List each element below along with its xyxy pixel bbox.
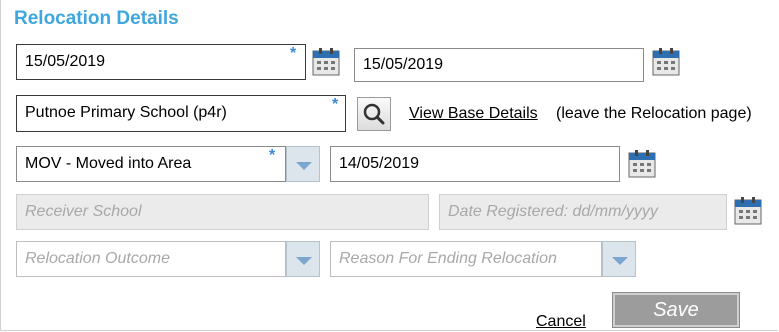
start-date-value: 15/05/2019 xyxy=(25,53,106,70)
calendar-icon[interactable] xyxy=(311,47,341,77)
view-base-note: (leave the Relocation page) xyxy=(556,105,752,122)
magnifier-icon xyxy=(363,103,385,125)
chevron-down-icon[interactable] xyxy=(286,146,320,182)
required-marker: * xyxy=(332,96,339,113)
receiver-school-field: Receiver School xyxy=(16,194,429,230)
required-marker: * xyxy=(290,45,297,62)
school-field[interactable]: Putnoe Primary School (p4r) * xyxy=(16,95,346,132)
ending-reason-placeholder: Reason For Ending Relocation xyxy=(339,250,557,267)
search-button[interactable] xyxy=(357,97,391,131)
chevron-down-icon[interactable] xyxy=(286,241,320,277)
relocation-outcome-placeholder: Relocation Outcome xyxy=(25,250,170,267)
view-base-details-link[interactable]: View Base Details xyxy=(409,105,538,123)
calendar-icon[interactable] xyxy=(733,196,763,226)
ending-reason-select[interactable]: Reason For Ending Relocation xyxy=(330,241,602,277)
date-registered-field: Date Registered: dd/mm/yyyy xyxy=(439,194,727,230)
save-button[interactable]: Save xyxy=(612,292,740,328)
relocation-reason-value: MOV - Moved into Area xyxy=(25,155,192,172)
section-title: Relocation Details xyxy=(14,8,179,29)
cancel-link[interactable]: Cancel xyxy=(536,313,586,331)
start-date-field[interactable]: 15/05/2019 * xyxy=(16,44,306,80)
receiver-school-placeholder: Receiver School xyxy=(25,203,142,220)
reason-date-value: 14/05/2019 xyxy=(339,155,420,172)
calendar-icon[interactable] xyxy=(627,149,657,179)
relocation-reason-select[interactable]: MOV - Moved into Area * xyxy=(16,146,286,182)
date-registered-placeholder: Date Registered: dd/mm/yyyy xyxy=(448,203,658,220)
relocation-outcome-select[interactable]: Relocation Outcome xyxy=(16,241,286,277)
end-date-value: 15/05/2019 xyxy=(363,56,444,73)
school-value: Putnoe Primary School (p4r) xyxy=(25,104,227,121)
end-date-field[interactable]: 15/05/2019 xyxy=(354,48,644,82)
chevron-down-icon[interactable] xyxy=(602,241,636,277)
calendar-icon[interactable] xyxy=(651,47,681,77)
required-marker: * xyxy=(269,147,276,164)
reason-date-field[interactable]: 14/05/2019 xyxy=(330,146,620,182)
